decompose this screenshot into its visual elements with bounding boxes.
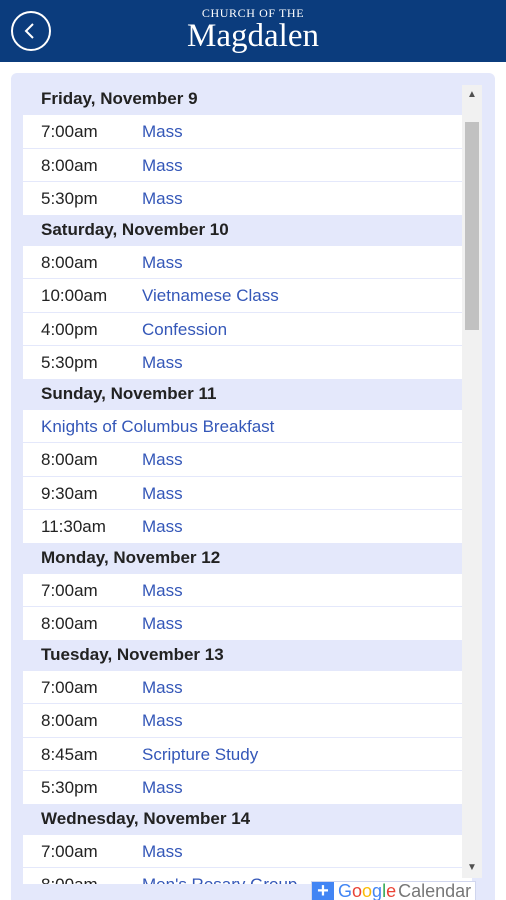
event-title-link[interactable]: Mass (142, 346, 183, 379)
day-header: Saturday, November 10 (23, 214, 472, 245)
event-title-link[interactable]: Mass (142, 443, 183, 476)
calendar-label: Calendar (398, 881, 472, 900)
day-header: Monday, November 12 (23, 542, 472, 573)
event-row[interactable]: 7:00am Mass (23, 114, 472, 148)
agenda-viewport: Friday, November 9 7:00am Mass 8:00am Mass 5:… (23, 84, 472, 884)
event-row[interactable]: 8:45am Scripture Study (23, 736, 472, 771)
event-row[interactable]: 10:00am Vietnamese Class (23, 278, 472, 312)
event-time: 8:00am (41, 711, 98, 730)
event-time: 5:30pm (41, 778, 98, 797)
event-time: 4:00pm (41, 319, 98, 339)
event-row[interactable]: 7:00am Mass (23, 572, 472, 607)
event-row[interactable]: 7:00am Mass (23, 669, 472, 704)
event-time: 11:30am (41, 517, 106, 536)
event-title-link[interactable]: Mass (142, 149, 183, 182)
event-title-link[interactable]: Mass (142, 115, 183, 148)
event-title-link[interactable]: Mass (142, 704, 183, 737)
event-time: 7:00am (41, 580, 98, 600)
event-row[interactable]: 8:00am Mass (23, 147, 472, 182)
event-title-link[interactable]: Mass (142, 771, 183, 804)
event-time: 7:00am (41, 122, 98, 141)
event-time: 7:00am (41, 841, 98, 861)
event-row[interactable]: 5:30pm Mass (23, 770, 472, 804)
agenda-list: Friday, November 9 7:00am Mass 8:00am Mass 5:… (23, 84, 472, 884)
event-title-link[interactable]: Mass (142, 246, 183, 279)
app-header: CHURCH OF THE Magdalen (0, 0, 506, 62)
event-row[interactable]: 5:30pm Mass (23, 181, 472, 215)
event-time: 8:00am (41, 252, 98, 272)
event-time: 8:00am (41, 614, 98, 633)
day-header: Tuesday, November 13 (23, 639, 472, 670)
event-row[interactable]: 8:00am Mass (23, 703, 472, 737)
event-row[interactable]: 8:00am Mass (23, 244, 472, 279)
event-title-link[interactable]: Scripture Study (142, 738, 258, 771)
event-time: 8:00am (41, 868, 98, 884)
event-title-link[interactable]: Mass (142, 574, 183, 607)
google-logo: Google (338, 881, 397, 900)
event-time: 5:30pm (41, 353, 98, 372)
event-title-link[interactable]: Mass (142, 671, 183, 704)
event-title-link[interactable]: Men's Rosary Group (142, 868, 297, 884)
event-row[interactable]: 9:30am Mass (23, 475, 472, 510)
day-header: Wednesday, November 14 (23, 803, 472, 834)
day-header: Sunday, November 11 (23, 378, 472, 409)
event-time: 5:30pm (41, 189, 98, 208)
event-title-link[interactable]: Confession (142, 313, 227, 346)
day-header: Friday, November 9 (23, 84, 472, 114)
event-time: 10:00am (41, 286, 108, 305)
event-title-link[interactable]: Mass (142, 607, 183, 640)
event-row[interactable]: 4:00pm Confession (23, 311, 472, 346)
event-title-link[interactable]: Mass (142, 477, 183, 510)
event-row[interactable]: 8:00am Mass (23, 606, 472, 640)
event-row[interactable]: Knights of Columbus Breakfast (23, 408, 472, 443)
event-row[interactable]: 5:30pm Mass (23, 345, 472, 379)
event-title-link[interactable]: Mass (142, 182, 183, 215)
event-title-link[interactable]: Mass (142, 835, 183, 868)
event-title-link[interactable]: Vietnamese Class (142, 279, 279, 312)
event-row[interactable]: 7:00am Mass (23, 833, 472, 868)
event-title-link[interactable]: Mass (142, 510, 183, 543)
event-time: 8:00am (41, 155, 98, 175)
event-time: 7:00am (41, 677, 98, 697)
brand-title: Magdalen (187, 18, 319, 54)
event-row[interactable]: 11:30am Mass (23, 509, 472, 543)
scrollbar[interactable]: ▲ ▼ (462, 85, 482, 878)
scroll-down-icon[interactable]: ▼ (462, 858, 482, 878)
event-row[interactable]: 8:00am Mass (23, 442, 472, 476)
event-time: 8:00am (41, 450, 98, 469)
add-to-google-calendar-button[interactable]: + Google Calendar (311, 881, 477, 900)
plus-icon: + (312, 882, 334, 900)
event-time: 8:45am (41, 744, 98, 764)
event-time: 9:30am (41, 483, 98, 503)
scroll-up-icon[interactable]: ▲ (462, 85, 482, 105)
event-title-link[interactable]: Knights of Columbus Breakfast (41, 410, 274, 443)
scroll-thumb[interactable] (465, 122, 479, 330)
calendar-panel: Friday, November 9 7:00am Mass 8:00am Mass 5:… (11, 73, 495, 900)
